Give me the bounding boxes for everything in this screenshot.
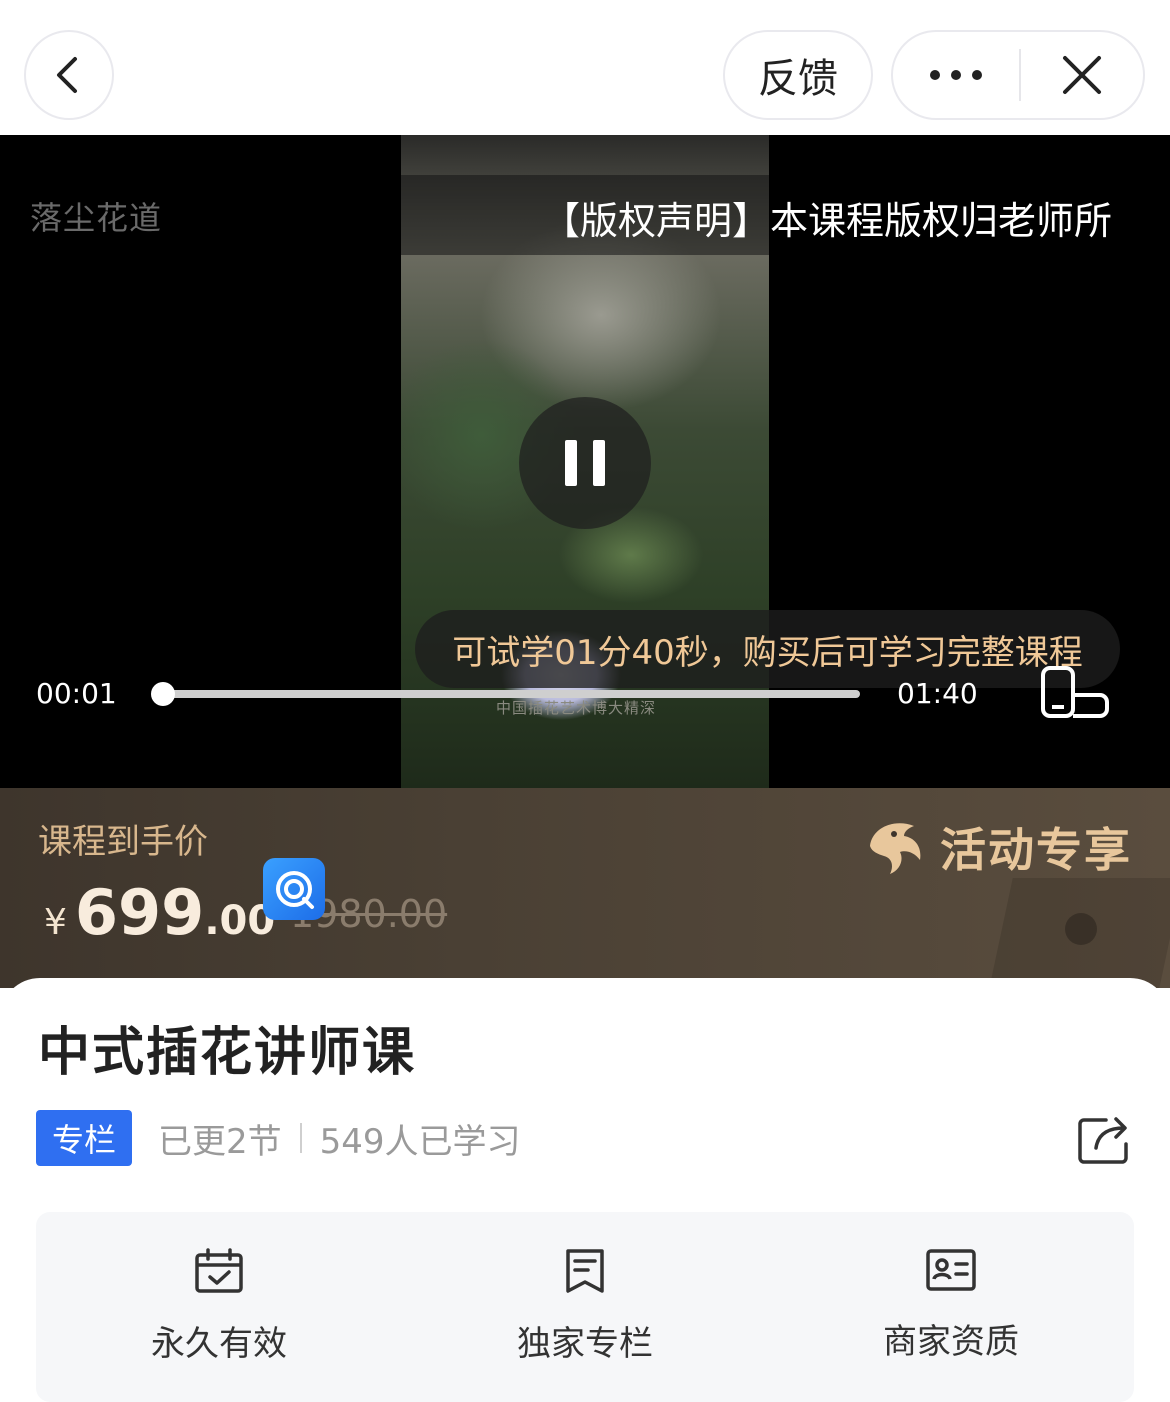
video-frame-caption: 中国插花艺术博大精深: [496, 699, 657, 717]
total-time: 01:40: [897, 677, 978, 710]
final-price: ¥ 699 .00: [44, 876, 275, 949]
document-icon: [566, 1249, 604, 1293]
learner-count: 549人已学习: [319, 1121, 521, 1162]
video-player[interactable]: 落尘花道 【版权声明】本课程版权归老师所 可试学01分40秒，购买后可学习完整课…: [0, 135, 1170, 790]
feature-exclusive[interactable]: 独家专栏: [402, 1212, 768, 1402]
rotate-screen-icon[interactable]: [1040, 665, 1110, 725]
trial-notice: 可试学01分40秒，购买后可学习完整课程: [415, 610, 1120, 688]
feature-strip: 永久有效 独家专栏 商家资质: [36, 1212, 1134, 1402]
activity-tag: 活动专享: [864, 814, 1132, 880]
copyright-notice: 【版权声明】本课程版权归老师所: [541, 199, 1112, 243]
pause-icon-bar: [593, 440, 605, 486]
course-info-card: 中式插花讲师课 专栏 已更2节 549人已学习 永久有效 独家专栏 商家资质: [0, 978, 1170, 1402]
pause-button[interactable]: [519, 397, 651, 529]
more-button[interactable]: [893, 32, 1019, 118]
meta-divider: [299, 1123, 302, 1153]
pause-icon: [565, 440, 577, 486]
chevron-left-icon: [57, 57, 77, 93]
current-time: 00:01: [36, 677, 117, 710]
video-brand-tag: 落尘花道: [30, 199, 163, 237]
feature-merchant[interactable]: 商家资质: [768, 1212, 1134, 1402]
feature-label: 商家资质: [883, 1322, 1019, 1362]
update-count: 已更2节: [158, 1121, 282, 1162]
id-card-icon: [926, 1249, 976, 1291]
top-nav-bar: 反馈: [0, 0, 1170, 135]
activity-label: 活动专享: [940, 823, 1132, 877]
currency-symbol: ¥: [44, 902, 67, 943]
feature-label: 永久有效: [151, 1324, 287, 1364]
feedback-button[interactable]: 反馈: [723, 30, 873, 120]
column-badge: 专栏: [36, 1110, 133, 1166]
dolphin-logo-icon: [870, 823, 921, 874]
feature-permanent[interactable]: 永久有效: [36, 1212, 402, 1402]
feature-label: 独家专栏: [517, 1324, 653, 1364]
course-title: 中式插花讲师课: [38, 1023, 417, 1083]
promo-price-banner: 课程到手价 ¥ 699 .00 1980.00 活动专享: [0, 788, 1170, 988]
share-icon[interactable]: [1078, 1114, 1132, 1164]
close-icon: [1063, 56, 1101, 94]
calendar-check-icon: [195, 1248, 243, 1293]
back-button[interactable]: [24, 30, 114, 120]
promo-price-label: 课程到手价: [38, 822, 208, 862]
progress-knob[interactable]: [151, 682, 175, 706]
app-logo-icon: [263, 858, 325, 920]
close-button[interactable]: [1021, 32, 1143, 118]
more-dots-icon: [930, 70, 982, 80]
course-meta: 专栏 已更2节 549人已学习: [36, 1110, 521, 1166]
promo-decoration-dot: [1065, 913, 1097, 945]
price-integer: 699: [74, 876, 205, 949]
mini-program-capsule: [891, 30, 1145, 120]
